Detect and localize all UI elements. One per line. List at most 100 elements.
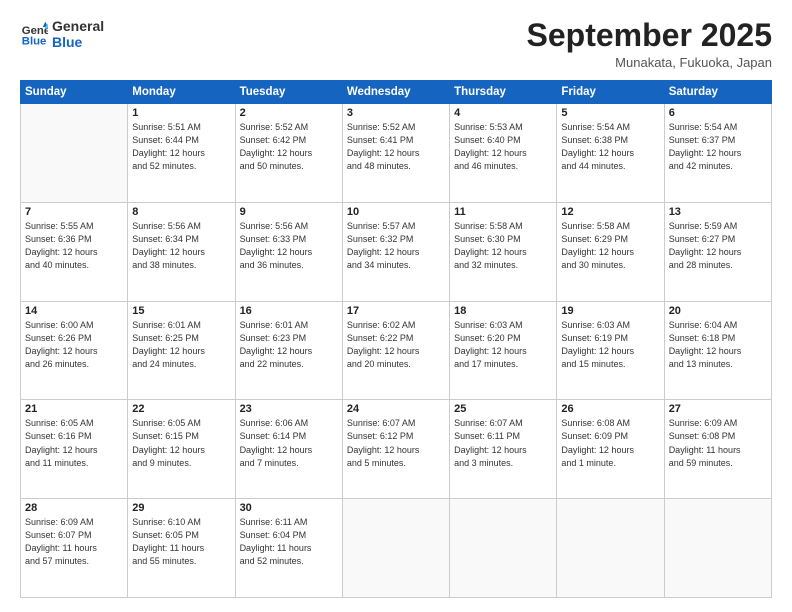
day-info: Sunrise: 5:51 AM Sunset: 6:44 PM Dayligh… [132, 121, 230, 173]
logo-icon: General Blue [20, 20, 48, 48]
day-info: Sunrise: 6:04 AM Sunset: 6:18 PM Dayligh… [669, 319, 767, 371]
calendar-cell: 4 Sunrise: 5:53 AM Sunset: 6:40 PM Daylig… [450, 104, 557, 203]
day-number: 9 [240, 206, 338, 218]
location: Munakata, Fukuoka, Japan [527, 55, 772, 70]
logo-general: General [52, 18, 104, 34]
calendar-cell: 19 Sunrise: 6:03 AM Sunset: 6:19 PM Dayli… [557, 301, 664, 400]
day-info: Sunrise: 5:53 AM Sunset: 6:40 PM Dayligh… [454, 121, 552, 173]
calendar-cell: 14 Sunrise: 6:00 AM Sunset: 6:26 PM Dayli… [21, 301, 128, 400]
col-header-tuesday: Tuesday [235, 81, 342, 104]
calendar-cell: 13 Sunrise: 5:59 AM Sunset: 6:27 PM Dayli… [664, 202, 771, 301]
day-info: Sunrise: 6:10 AM Sunset: 6:05 PM Dayligh… [132, 516, 230, 568]
day-info: Sunrise: 6:09 AM Sunset: 6:08 PM Dayligh… [669, 417, 767, 469]
calendar-cell: 2 Sunrise: 5:52 AM Sunset: 6:42 PM Daylig… [235, 104, 342, 203]
day-number: 4 [454, 107, 552, 119]
day-info: Sunrise: 6:02 AM Sunset: 6:22 PM Dayligh… [347, 319, 445, 371]
calendar-cell: 12Sunrise: 5:58 AM Sunset: 6:29 PM Dayli… [557, 202, 664, 301]
calendar-table: SundayMondayTuesdayWednesdayThursdayFrid… [20, 80, 772, 598]
calendar-cell [664, 499, 771, 598]
day-number: 17 [347, 305, 445, 317]
day-info: Sunrise: 6:03 AM Sunset: 6:20 PM Dayligh… [454, 319, 552, 371]
day-number: 25 [454, 403, 552, 415]
calendar-cell: 5 Sunrise: 5:54 AM Sunset: 6:38 PM Daylig… [557, 104, 664, 203]
day-number: 5 [561, 107, 659, 119]
day-number: 22 [132, 403, 230, 415]
day-number: 16 [240, 305, 338, 317]
day-number: 23 [240, 403, 338, 415]
header: General Blue General Blue September 2025… [20, 18, 772, 70]
calendar-cell: 18Sunrise: 6:03 AM Sunset: 6:20 PM Dayli… [450, 301, 557, 400]
calendar-week-row: 21Sunrise: 6:05 AM Sunset: 6:16 PM Dayli… [21, 400, 772, 499]
day-info: Sunrise: 5:57 AM Sunset: 6:32 PM Dayligh… [347, 220, 445, 272]
calendar-cell: 27 Sunrise: 6:09 AM Sunset: 6:08 PM Dayli… [664, 400, 771, 499]
calendar-cell: 29Sunrise: 6:10 AM Sunset: 6:05 PM Dayli… [128, 499, 235, 598]
calendar-cell [450, 499, 557, 598]
calendar-cell: 9 Sunrise: 5:56 AM Sunset: 6:33 PM Daylig… [235, 202, 342, 301]
day-info: Sunrise: 6:03 AM Sunset: 6:19 PM Dayligh… [561, 319, 659, 371]
calendar-cell: 8 Sunrise: 5:56 AM Sunset: 6:34 PM Daylig… [128, 202, 235, 301]
day-number: 30 [240, 502, 338, 514]
calendar-cell: 24Sunrise: 6:07 AM Sunset: 6:12 PM Dayli… [342, 400, 449, 499]
day-number: 12 [561, 206, 659, 218]
calendar-cell: 26 Sunrise: 6:08 AM Sunset: 6:09 PM Dayli… [557, 400, 664, 499]
calendar-week-row: 1 Sunrise: 5:51 AM Sunset: 6:44 PM Daylig… [21, 104, 772, 203]
day-info: Sunrise: 5:59 AM Sunset: 6:27 PM Dayligh… [669, 220, 767, 272]
day-number: 14 [25, 305, 123, 317]
day-number: 26 [561, 403, 659, 415]
day-number: 8 [132, 206, 230, 218]
day-number: 28 [25, 502, 123, 514]
day-info: Sunrise: 5:56 AM Sunset: 6:33 PM Dayligh… [240, 220, 338, 272]
calendar-cell: 7Sunrise: 5:55 AM Sunset: 6:36 PM Daylig… [21, 202, 128, 301]
day-info: Sunrise: 6:09 AM Sunset: 6:07 PM Dayligh… [25, 516, 123, 568]
day-number: 27 [669, 403, 767, 415]
day-info: Sunrise: 5:54 AM Sunset: 6:38 PM Dayligh… [561, 121, 659, 173]
month-title: September 2025 [527, 18, 772, 53]
day-number: 19 [561, 305, 659, 317]
day-info: Sunrise: 5:54 AM Sunset: 6:37 PM Dayligh… [669, 121, 767, 173]
calendar-cell [342, 499, 449, 598]
day-info: Sunrise: 6:07 AM Sunset: 6:11 PM Dayligh… [454, 417, 552, 469]
col-header-wednesday: Wednesday [342, 81, 449, 104]
day-info: Sunrise: 6:00 AM Sunset: 6:26 PM Dayligh… [25, 319, 123, 371]
calendar-cell: 1 Sunrise: 5:51 AM Sunset: 6:44 PM Daylig… [128, 104, 235, 203]
day-info: Sunrise: 6:07 AM Sunset: 6:12 PM Dayligh… [347, 417, 445, 469]
calendar-week-row: 14 Sunrise: 6:00 AM Sunset: 6:26 PM Dayli… [21, 301, 772, 400]
day-info: Sunrise: 6:08 AM Sunset: 6:09 PM Dayligh… [561, 417, 659, 469]
calendar-week-row: 7Sunrise: 5:55 AM Sunset: 6:36 PM Daylig… [21, 202, 772, 301]
calendar-cell: 10Sunrise: 5:57 AM Sunset: 6:32 PM Dayli… [342, 202, 449, 301]
calendar-cell: 16 Sunrise: 6:01 AM Sunset: 6:23 PM Dayli… [235, 301, 342, 400]
day-info: Sunrise: 5:52 AM Sunset: 6:42 PM Dayligh… [240, 121, 338, 173]
day-number: 7 [25, 206, 123, 218]
calendar-cell: 21Sunrise: 6:05 AM Sunset: 6:16 PM Dayli… [21, 400, 128, 499]
calendar-cell: 17 Sunrise: 6:02 AM Sunset: 6:22 PM Dayli… [342, 301, 449, 400]
day-info: Sunrise: 5:52 AM Sunset: 6:41 PM Dayligh… [347, 121, 445, 173]
col-header-friday: Friday [557, 81, 664, 104]
col-header-saturday: Saturday [664, 81, 771, 104]
calendar-cell: 22 Sunrise: 6:05 AM Sunset: 6:15 PM Dayli… [128, 400, 235, 499]
day-number: 15 [132, 305, 230, 317]
calendar-cell: 11Sunrise: 5:58 AM Sunset: 6:30 PM Dayli… [450, 202, 557, 301]
day-number: 20 [669, 305, 767, 317]
title-block: September 2025 Munakata, Fukuoka, Japan [527, 18, 772, 70]
calendar-cell: 25 Sunrise: 6:07 AM Sunset: 6:11 PM Dayli… [450, 400, 557, 499]
svg-text:Blue: Blue [22, 36, 47, 48]
day-info: Sunrise: 6:05 AM Sunset: 6:15 PM Dayligh… [132, 417, 230, 469]
day-number: 13 [669, 206, 767, 218]
day-info: Sunrise: 5:56 AM Sunset: 6:34 PM Dayligh… [132, 220, 230, 272]
col-header-thursday: Thursday [450, 81, 557, 104]
col-header-monday: Monday [128, 81, 235, 104]
day-number: 2 [240, 107, 338, 119]
day-number: 21 [25, 403, 123, 415]
day-info: Sunrise: 6:06 AM Sunset: 6:14 PM Dayligh… [240, 417, 338, 469]
day-number: 1 [132, 107, 230, 119]
logo: General Blue General Blue [20, 18, 104, 50]
day-info: Sunrise: 6:01 AM Sunset: 6:23 PM Dayligh… [240, 319, 338, 371]
logo-blue: Blue [52, 34, 104, 50]
calendar-cell: 20 Sunrise: 6:04 AM Sunset: 6:18 PM Dayli… [664, 301, 771, 400]
calendar-cell [557, 499, 664, 598]
day-number: 3 [347, 107, 445, 119]
calendar-cell: 6Sunrise: 5:54 AM Sunset: 6:37 PM Daylig… [664, 104, 771, 203]
day-info: Sunrise: 5:58 AM Sunset: 6:30 PM Dayligh… [454, 220, 552, 272]
calendar-cell: 30Sunrise: 6:11 AM Sunset: 6:04 PM Dayli… [235, 499, 342, 598]
page: General Blue General Blue September 2025… [0, 0, 792, 612]
